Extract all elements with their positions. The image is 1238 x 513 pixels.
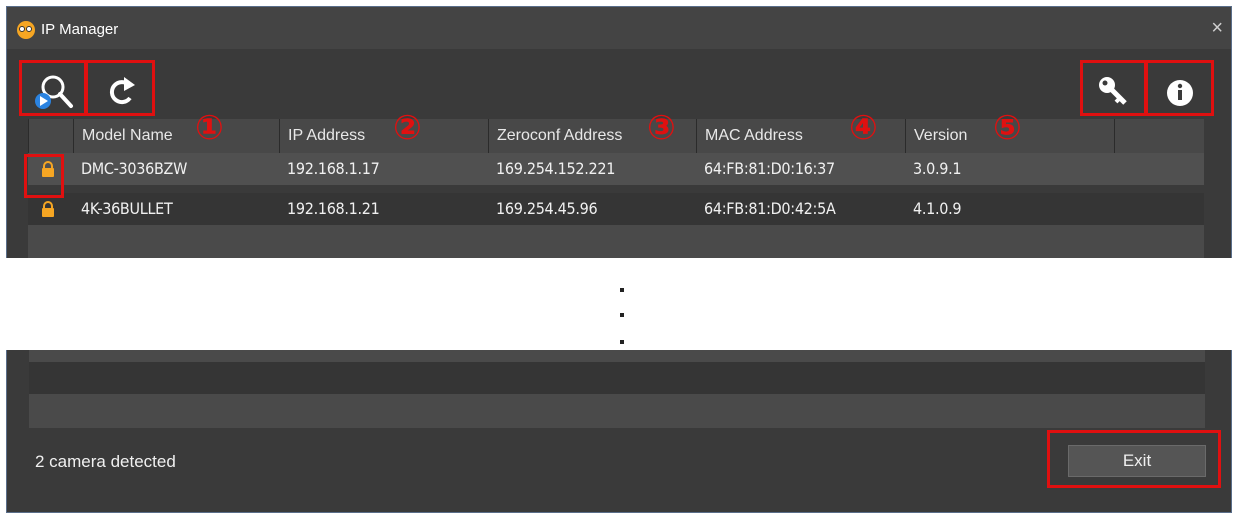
header-ip-address[interactable]: IP Address	[279, 119, 488, 153]
window-title: IP Manager	[41, 21, 119, 38]
key-icon	[1099, 77, 1127, 105]
ellipsis-dot	[620, 288, 624, 292]
annotation-3: ③	[647, 108, 676, 148]
cell-mac-address: 64:FB:81:D0:16:37	[704, 159, 835, 178]
lock-icon	[42, 161, 54, 177]
header-empty	[1114, 119, 1204, 153]
cell-zeroconf-address: 169.254.45.96	[496, 199, 598, 218]
annotation-1: ①	[195, 108, 224, 148]
cell-version: 4.1.0.9	[913, 199, 962, 218]
refresh-icon	[109, 77, 135, 105]
cell-version: 3.0.9.1	[913, 159, 962, 178]
lock-icon	[42, 201, 54, 217]
annotation-5: ⑤	[993, 108, 1022, 148]
password-button[interactable]	[1083, 65, 1145, 115]
header-model-name[interactable]: Model Name	[73, 119, 279, 153]
cell-model-name: DMC-3036BZW	[81, 159, 188, 178]
search-cameras-button[interactable]	[25, 65, 83, 115]
info-icon	[1167, 80, 1193, 106]
cell-zeroconf-address: 169.254.152.221	[496, 159, 616, 178]
info-button[interactable]	[1149, 65, 1211, 115]
annotation-4: ④	[849, 108, 878, 148]
ip-manager-window-bottom: 2 camera detected Exit	[6, 350, 1232, 513]
header-lock-column	[28, 119, 73, 153]
cell-model-name: 4K-36BULLET	[81, 199, 173, 218]
annotation-2: ②	[393, 108, 422, 148]
refresh-button[interactable]	[89, 65, 153, 115]
title-bar: IP Manager ×	[7, 7, 1231, 49]
table-row[interactable]: 4K-36BULLET 192.168.1.21 169.254.45.96 6…	[28, 193, 1204, 225]
app-logo-icon	[17, 21, 35, 39]
ellipsis-dot	[620, 340, 624, 344]
cell-mac-address: 64:FB:81:D0:42:5A	[704, 199, 836, 218]
table-row[interactable]: DMC-3036BZW 192.168.1.17 169.254.152.221…	[28, 153, 1204, 185]
close-button[interactable]: ×	[1211, 17, 1223, 40]
table-row-empty	[29, 350, 1205, 362]
status-text: 2 camera detected	[35, 452, 176, 471]
ellipsis-dot	[620, 313, 624, 317]
search-camera-icon	[35, 75, 73, 109]
cell-ip-address: 192.168.1.17	[287, 159, 380, 178]
table-row-empty	[29, 394, 1205, 428]
exit-button[interactable]: Exit	[1068, 445, 1206, 477]
table-row-empty	[29, 362, 1205, 394]
cell-ip-address: 192.168.1.21	[287, 199, 380, 218]
table-row-empty	[28, 225, 1204, 258]
